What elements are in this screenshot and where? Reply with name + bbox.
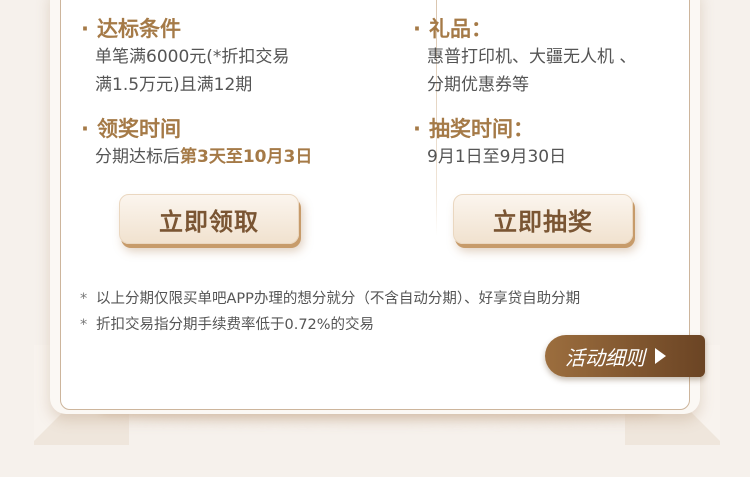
draw-title: 抽奖时间： bbox=[429, 117, 534, 141]
rules-button-label: 活动细则 bbox=[565, 345, 645, 370]
claim-section: · 领奖时间 分期达标后第3天至10月3日 bbox=[81, 115, 312, 171]
claim-text: 分期达标后第3天至10月3日 bbox=[95, 143, 312, 171]
claim-title: 领奖时间 bbox=[97, 117, 181, 141]
draw-button[interactable]: 立即抽奖 bbox=[453, 194, 633, 244]
asterisk-icon: * bbox=[80, 291, 88, 307]
note-item: * 折扣交易指分期手续费率低于0.72%的交易 bbox=[80, 312, 580, 338]
play-arrow-icon bbox=[655, 348, 666, 364]
bullet-icon: · bbox=[413, 117, 421, 141]
condition-section: · 达标条件 单笔满6000元(*折扣交易 满1.5万元)且满12期 bbox=[81, 15, 289, 99]
asterisk-icon: * bbox=[80, 317, 88, 333]
condition-line-1: 单笔满6000元(*折扣交易 bbox=[95, 47, 290, 67]
gift-title: 礼品： bbox=[429, 17, 492, 41]
bullet-icon: · bbox=[413, 17, 421, 41]
claim-highlight: 第3天至10月3日 bbox=[180, 147, 313, 167]
gift-line-2: 分期优惠券等 bbox=[427, 75, 529, 95]
bullet-icon: · bbox=[81, 17, 89, 41]
claim-button[interactable]: 立即领取 bbox=[119, 194, 299, 244]
notes: * 以上分期仅限买单吧APP办理的想分就分（不含自动分期）、好享贷自助分期 * 折扣… bbox=[80, 286, 580, 338]
gift-line-1: 惠普打印机、大疆无人机 、 bbox=[427, 47, 637, 67]
condition-title: 达标条件 bbox=[97, 17, 181, 41]
draw-section: · 抽奖时间： 9月1日至9月30日 bbox=[413, 115, 566, 171]
bullet-icon: · bbox=[81, 117, 89, 141]
claim-prefix: 分期达标后 bbox=[95, 147, 180, 167]
gift-section: · 礼品： 惠普打印机、大疆无人机 、 分期优惠券等 bbox=[413, 15, 636, 99]
note-item: * 以上分期仅限买单吧APP办理的想分就分（不含自动分期）、好享贷自助分期 bbox=[80, 286, 580, 312]
condition-line-2: 满1.5万元)且满12期 bbox=[95, 75, 253, 95]
draw-text: 9月1日至9月30日 bbox=[427, 147, 567, 167]
rules-button[interactable]: 活动细则 bbox=[545, 335, 705, 377]
